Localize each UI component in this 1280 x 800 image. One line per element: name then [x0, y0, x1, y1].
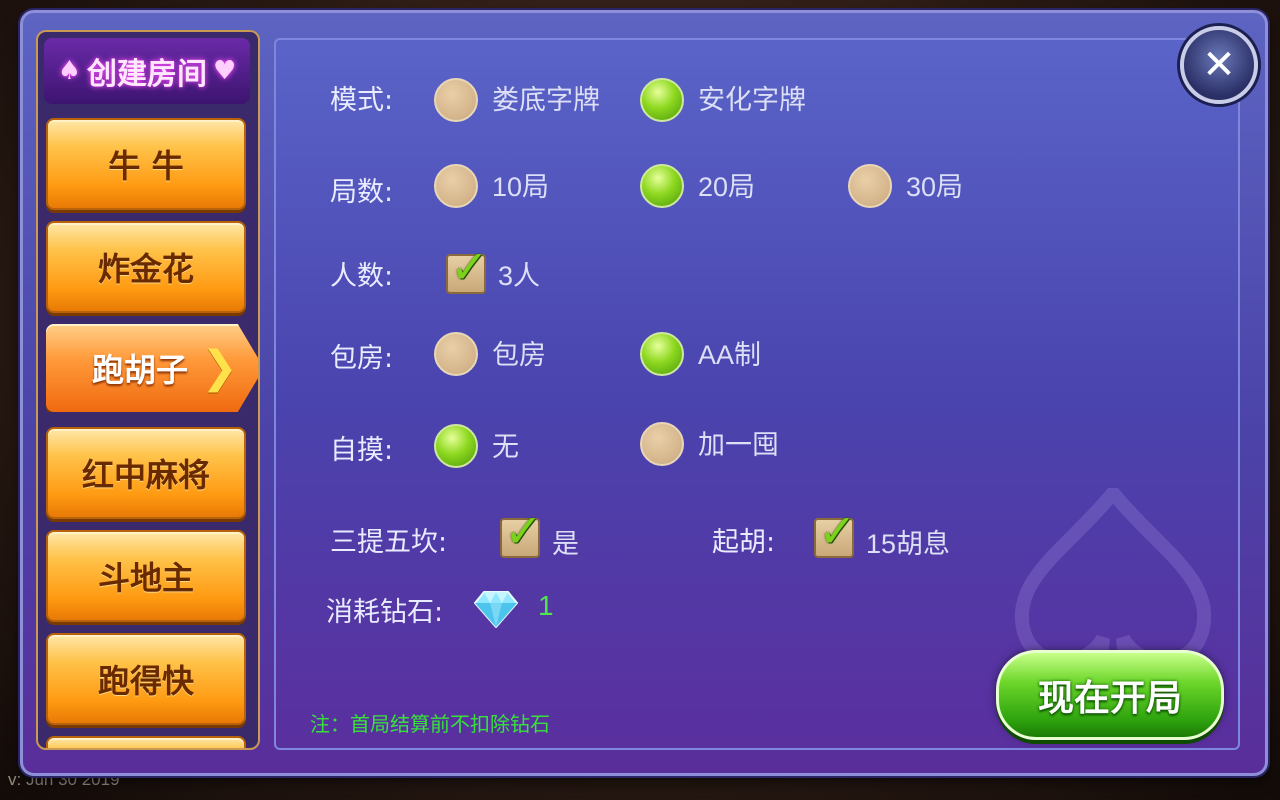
selfdraw-option-plus[interactable]: 加一囤 [698, 423, 779, 462]
checkmark-icon: ✓ [504, 504, 543, 558]
mode-option-loudi[interactable]: 娄底字牌 [492, 78, 600, 117]
qihu-option[interactable]: 15胡息 [866, 522, 950, 561]
sidebar-item-label: 斗地主 [97, 559, 194, 597]
santi-label: 三提五坎: [330, 527, 448, 558]
close-button[interactable]: ✕ [1180, 26, 1258, 104]
rounds-option-30[interactable]: 30局 [906, 165, 963, 204]
sidebar-item-paohuzi[interactable]: 跑胡子 ❯ [46, 324, 258, 412]
players-option[interactable]: 3人 [498, 254, 540, 293]
mode-radio-loudi[interactable] [434, 78, 478, 122]
close-icon: ✕ [1202, 42, 1236, 88]
start-game-label: 现在开局 [1037, 678, 1182, 719]
sidebar-item-label: 跑胡子 [91, 351, 188, 389]
sidebar-item-paodekuai[interactable]: 跑得快 [46, 633, 246, 725]
room-option-private[interactable]: 包房 [492, 333, 546, 372]
sidebar-title: ♠ 创建房间 ♥ [44, 38, 250, 104]
options-panel [274, 38, 1240, 750]
santi-option[interactable]: 是 [552, 522, 579, 561]
sidebar-item-partial[interactable] [46, 736, 246, 748]
qihu-label: 起胡: [712, 527, 776, 558]
mode-option-anhua[interactable]: 安化字牌 [698, 78, 806, 117]
room-label: 包房: [330, 343, 394, 374]
checkmark-icon: ✓ [450, 240, 489, 294]
rounds-radio-30[interactable] [848, 164, 892, 208]
rounds-option-10[interactable]: 10局 [492, 165, 549, 204]
selfdraw-label: 自摸: [330, 435, 394, 466]
chevron-right-icon: ❯ [201, 342, 238, 393]
selfdraw-option-none[interactable]: 无 [492, 425, 519, 464]
mode-label: 模式: [330, 85, 394, 116]
selfdraw-radio-plus[interactable] [640, 422, 684, 466]
sidebar-item-label: 跑得快 [97, 662, 194, 700]
cost-label: 消耗钻石: [326, 597, 444, 628]
room-radio-aa[interactable] [640, 332, 684, 376]
santi-checkbox[interactable]: ✓ [500, 504, 543, 558]
note-text: 注：首局结算前不扣除钻石 [310, 712, 550, 736]
rounds-radio-20[interactable] [640, 164, 684, 208]
mode-radio-anhua[interactable] [640, 78, 684, 122]
room-radio-private[interactable] [434, 332, 478, 376]
spade-icon: ♠ [57, 56, 81, 86]
rounds-radio-10[interactable] [434, 164, 478, 208]
sidebar-item-niuniu[interactable]: 牛 牛 [46, 118, 246, 210]
sidebar-item-doudizhu[interactable]: 斗地主 [46, 530, 246, 622]
rounds-option-20[interactable]: 20局 [698, 165, 755, 204]
heart-icon: ♥ [213, 56, 237, 86]
sidebar-item-label: 炸金花 [97, 250, 194, 288]
sidebar-item-label: 红中麻将 [81, 456, 210, 494]
qihu-checkbox[interactable]: ✓ [814, 504, 857, 558]
players-label: 人数: [330, 261, 394, 292]
players-checkbox[interactable]: ✓ [446, 240, 489, 294]
room-option-aa[interactable]: AA制 [698, 333, 761, 372]
sidebar-item-label: 牛 牛 [108, 147, 184, 185]
selfdraw-radio-none[interactable] [434, 424, 478, 468]
sidebar-item-hongzhong[interactable]: 红中麻将 [46, 427, 246, 519]
start-game-button[interactable]: 现在开局 [996, 650, 1224, 740]
rounds-label: 局数: [330, 177, 394, 208]
cost-value: 1 [538, 590, 554, 621]
game-sidebar: ♠ 创建房间 ♥ 牛 牛 炸金花 跑胡子 ❯ 红中麻将 斗地主 跑得快 [36, 30, 260, 750]
sidebar-item-zhajinhua[interactable]: 炸金花 [46, 221, 246, 313]
diamond-icon [474, 591, 518, 628]
sidebar-title-text: 创建房间 [87, 57, 207, 92]
checkmark-icon: ✓ [818, 504, 857, 558]
